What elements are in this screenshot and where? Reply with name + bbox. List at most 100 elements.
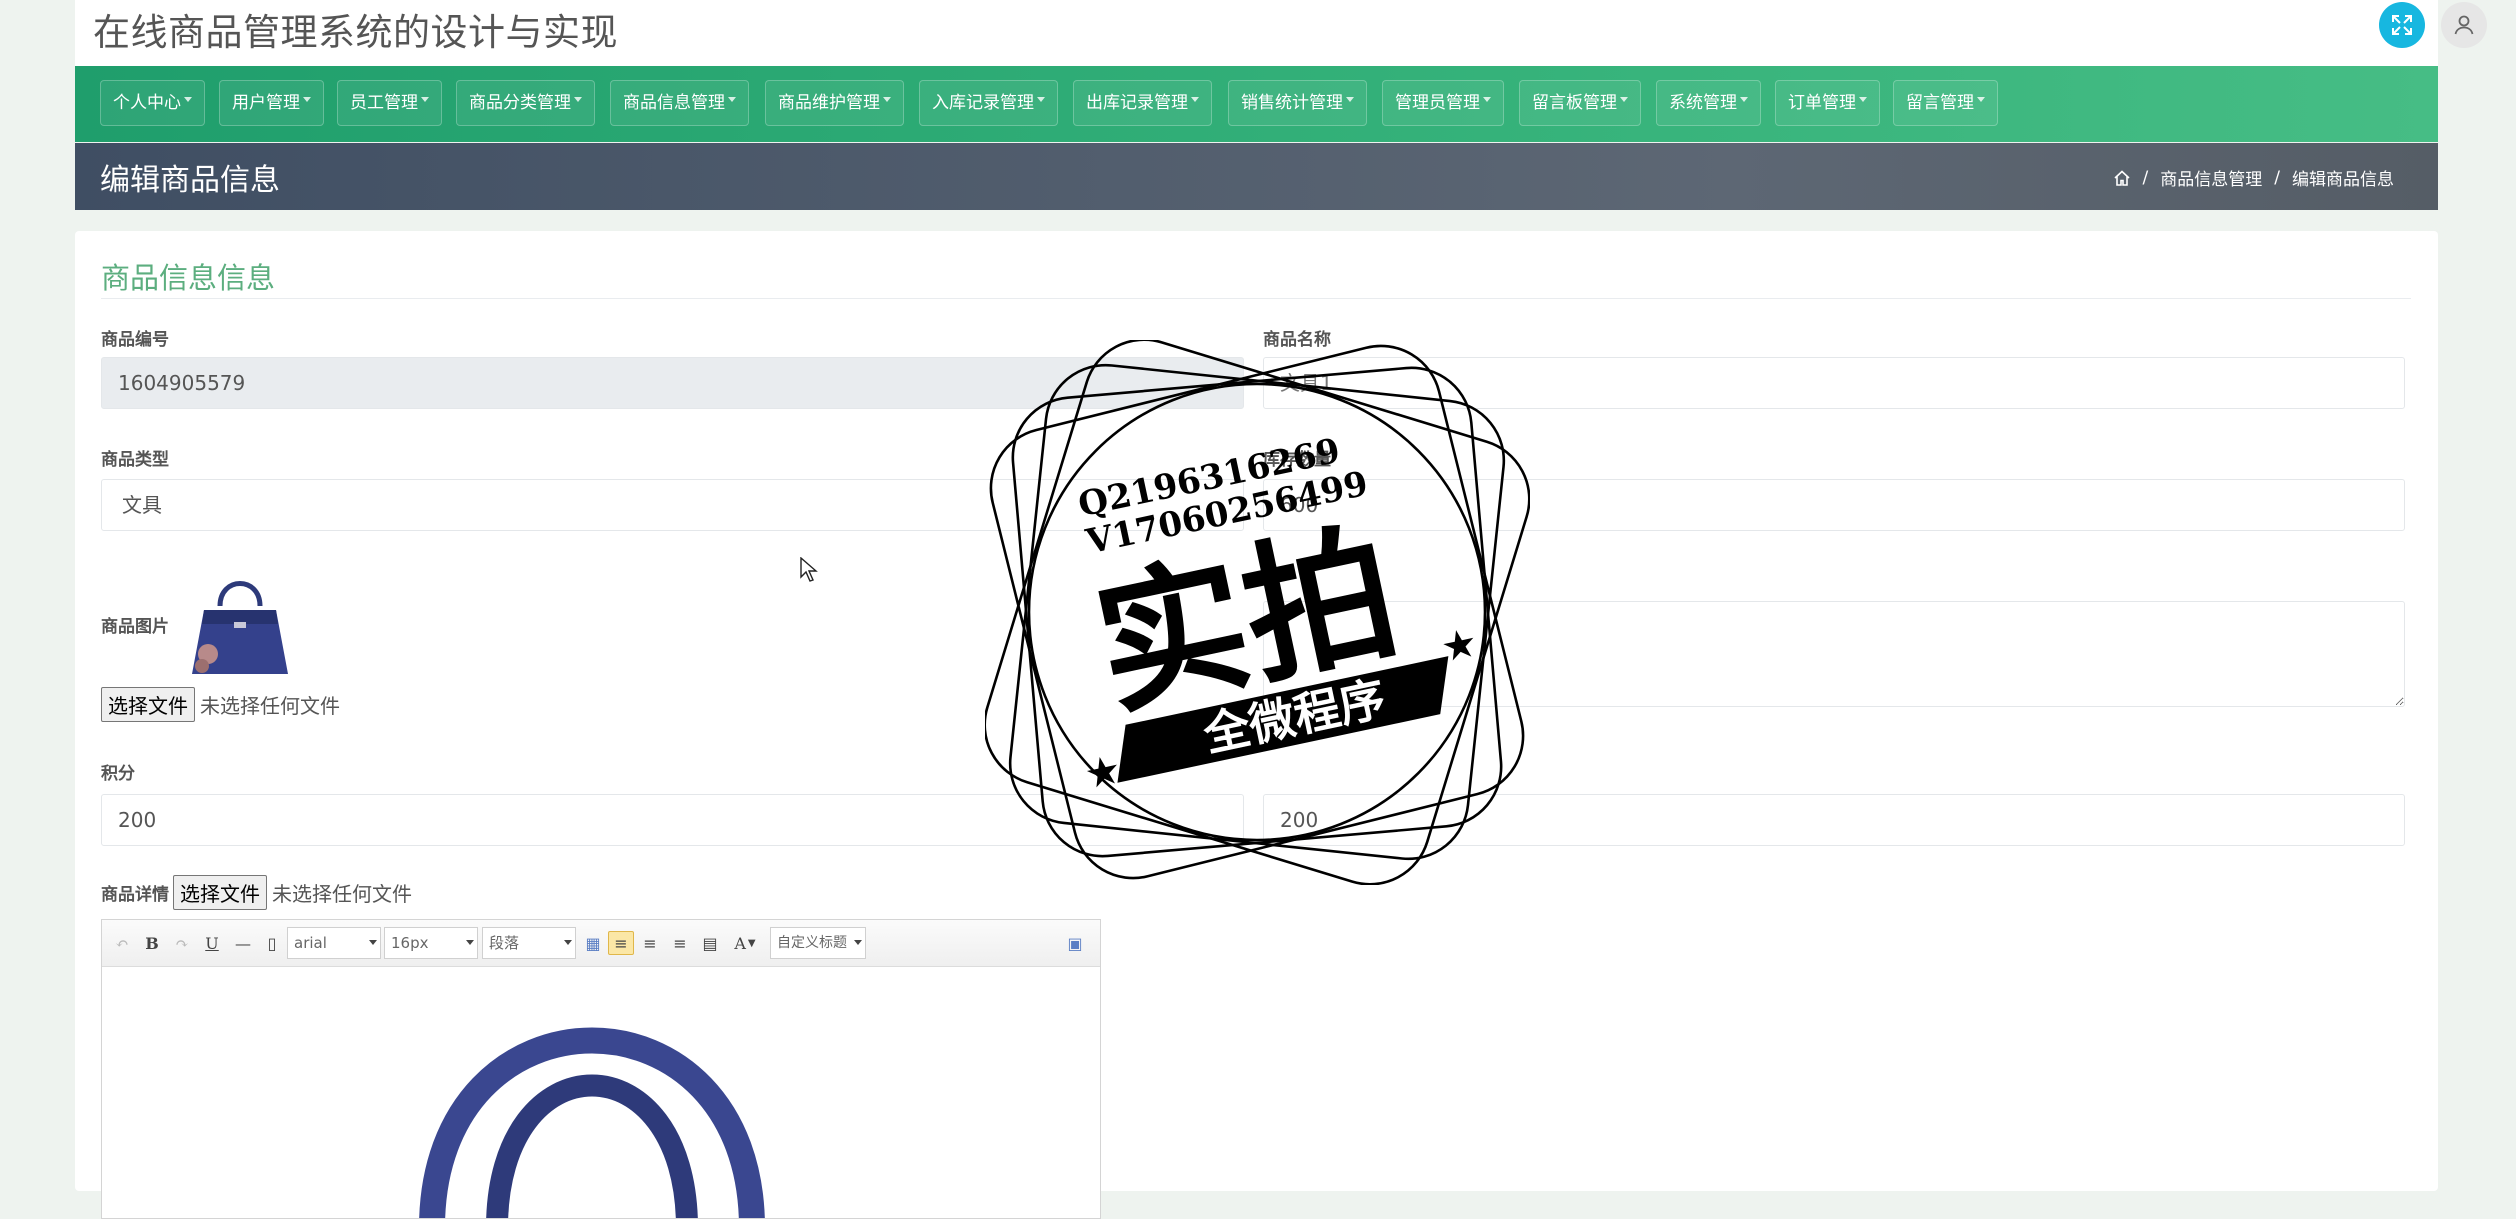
- chevron-down-icon: [1191, 97, 1199, 102]
- custom-title-select[interactable]: 自定义标题: [770, 927, 866, 959]
- font-size-select[interactable]: 16px: [384, 927, 478, 959]
- bold-button[interactable]: B: [142, 931, 162, 955]
- chevron-down-icon: [1859, 97, 1867, 102]
- editor-content[interactable]: [102, 968, 1100, 1218]
- nav-item-sales-stats[interactable]: 销售统计管理: [1228, 80, 1367, 126]
- chevron-down-icon: [184, 97, 192, 102]
- chevron-down-icon: [1740, 97, 1748, 102]
- product-image-thumbnail: [182, 566, 298, 682]
- section-divider: [101, 298, 2411, 299]
- nav-item-label: 留言板管理: [1532, 93, 1617, 113]
- chevron-down-icon: [728, 97, 736, 102]
- nav-item-product-maintenance[interactable]: 商品维护管理: [765, 80, 904, 126]
- nav-item-label: 出库记录管理: [1086, 93, 1188, 113]
- edit-form-card: 商品信息信息 商品编号 1604905579 商品名称 文具1 商品类型 文具 …: [75, 231, 2438, 1219]
- product-type-select[interactable]: 文具: [101, 479, 1244, 531]
- page-title: 编辑商品信息: [100, 163, 280, 198]
- fullscreen-button[interactable]: [2379, 2, 2425, 48]
- nav-item-label: 销售统计管理: [1241, 93, 1343, 113]
- chevron-down-icon: [564, 940, 572, 945]
- price-input[interactable]: 200: [1263, 794, 2405, 846]
- redo-icon[interactable]: ↷: [172, 931, 192, 955]
- nav-item-label: 系统管理: [1669, 93, 1737, 113]
- align-center-icon[interactable]: ≡: [669, 931, 691, 955]
- stock-label: 库存数量: [1263, 450, 1331, 470]
- product-image-upload: 选择文件 未选择任何文件: [101, 687, 340, 722]
- align-justify-icon[interactable]: ▤: [699, 931, 721, 955]
- breadcrumb-item[interactable]: 商品信息管理: [2160, 165, 2262, 190]
- chevron-down-icon: [1483, 97, 1491, 102]
- font-size-value: 16px: [391, 934, 429, 952]
- breadcrumb: / 商品信息管理 / 编辑商品信息: [2113, 165, 2394, 190]
- mouse-cursor-icon: [800, 556, 818, 587]
- font-family-value: arial: [294, 934, 327, 952]
- nav-item-stock-out[interactable]: 出库记录管理: [1073, 80, 1212, 126]
- product-detail-label: 商品详情: [101, 885, 169, 905]
- font-family-select[interactable]: arial: [287, 927, 381, 959]
- table-icon[interactable]: ▦: [582, 931, 604, 955]
- nav-item-label: 商品信息管理: [623, 93, 725, 113]
- main-nav: 个人中心 用户管理 员工管理 商品分类管理 商品信息管理 商品维护管理 入库记录…: [75, 66, 2438, 142]
- chevron-down-icon: [574, 97, 582, 102]
- custom-title-value: 自定义标题: [777, 935, 847, 951]
- editor-toolbar: ↶ B ↷ U — ▯ arial 16px 段落 ▦ ≡ ≡ ≡ ▤ A ▼ 自…: [102, 920, 1100, 967]
- horizontal-rule-icon[interactable]: —: [232, 931, 254, 955]
- nav-item-messages[interactable]: 留言管理: [1893, 80, 1998, 126]
- page-header: 编辑商品信息 / 商品信息管理 / 编辑商品信息: [75, 143, 2438, 210]
- choose-file-button[interactable]: 选择文件: [101, 687, 195, 722]
- nav-item-admins[interactable]: 管理员管理: [1382, 80, 1504, 126]
- chevron-down-icon: [369, 940, 377, 945]
- nav-item-stock-in[interactable]: 入库记录管理: [919, 80, 1058, 126]
- top-header: 在线商品管理系统的设计与实现: [75, 0, 2487, 66]
- chevron-down-icon: ▼: [747, 937, 756, 949]
- nav-item-label: 商品分类管理: [469, 93, 571, 113]
- underline-button[interactable]: U: [202, 931, 222, 955]
- align-left-icon[interactable]: ≡: [608, 931, 634, 955]
- product-description-textarea[interactable]: [1263, 601, 2405, 707]
- product-id-field: 1604905579: [101, 357, 1244, 409]
- user-menu-button[interactable]: [2441, 2, 2487, 48]
- breadcrumb-current: 编辑商品信息: [2292, 170, 2394, 190]
- nav-item-users[interactable]: 用户管理: [219, 80, 324, 126]
- nav-item-product-info[interactable]: 商品信息管理: [610, 80, 749, 126]
- nav-item-label: 入库记录管理: [932, 93, 1034, 113]
- clear-format-icon[interactable]: ▯: [262, 931, 282, 955]
- stock-input[interactable]: 600: [1263, 479, 2405, 531]
- chevron-down-icon: [1037, 97, 1045, 102]
- section-title: 商品信息信息: [101, 261, 276, 295]
- nav-item-product-category[interactable]: 商品分类管理: [456, 80, 595, 126]
- detail-choose-file-button[interactable]: 选择文件: [173, 875, 267, 910]
- chevron-down-icon: [1620, 97, 1628, 102]
- breadcrumb-separator: /: [2142, 167, 2149, 188]
- nav-item-message-board[interactable]: 留言板管理: [1519, 80, 1641, 126]
- chevron-down-icon: [883, 97, 891, 102]
- product-detail-upload: 商品详情 选择文件 未选择任何文件: [101, 875, 412, 910]
- points-label: 积分: [101, 764, 135, 784]
- paragraph-select[interactable]: 段落: [482, 927, 576, 959]
- paragraph-value: 段落: [489, 934, 520, 952]
- handbag-detail-image: [419, 1027, 765, 1218]
- undo-icon[interactable]: ↶: [112, 931, 132, 955]
- nav-item-orders[interactable]: 订单管理: [1775, 80, 1880, 126]
- app-title: 在线商品管理系统的设计与实现: [93, 11, 618, 54]
- nav-item-label: 订单管理: [1788, 93, 1856, 113]
- font-color-label: A: [734, 933, 746, 953]
- nav-item-personal-center[interactable]: 个人中心: [100, 80, 205, 126]
- detail-no-file-text: 未选择任何文件: [272, 882, 412, 906]
- product-name-input[interactable]: 文具1: [1263, 357, 2405, 409]
- nav-item-label: 管理员管理: [1395, 93, 1480, 113]
- product-type-label: 商品类型: [101, 450, 169, 470]
- handbag-image: [192, 581, 288, 674]
- nav-item-system[interactable]: 系统管理: [1656, 80, 1761, 126]
- font-color-button[interactable]: A ▼: [730, 931, 760, 955]
- chevron-down-icon: [466, 940, 474, 945]
- chevron-down-icon: [421, 97, 429, 102]
- align-right-icon[interactable]: ≡: [639, 931, 661, 955]
- product-name-label: 商品名称: [1263, 330, 1331, 350]
- nav-item-label: 用户管理: [232, 93, 300, 113]
- fullscreen-editor-icon[interactable]: ▣: [1064, 931, 1086, 955]
- product-id-label: 商品编号: [101, 330, 169, 350]
- home-icon[interactable]: [2113, 169, 2131, 187]
- points-input[interactable]: 200: [101, 794, 1244, 846]
- nav-item-staff[interactable]: 员工管理: [337, 80, 442, 126]
